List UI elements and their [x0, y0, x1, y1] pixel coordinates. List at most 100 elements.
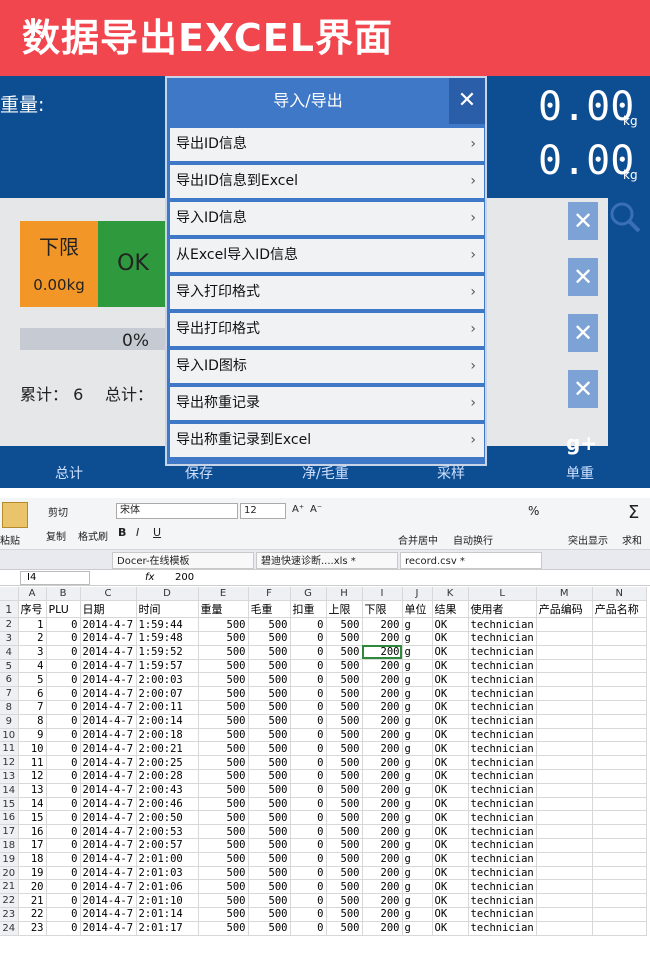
table-cell[interactable]: g — [402, 838, 433, 853]
table-cell[interactable]: 0 — [290, 659, 327, 674]
table-cell[interactable]: OK — [432, 893, 469, 909]
table-cell[interactable]: OK — [432, 755, 469, 771]
table-cell[interactable]: 500 — [198, 810, 249, 826]
table-cell[interactable]: 2014-4-7 — [80, 645, 137, 660]
table-cell[interactable] — [592, 728, 647, 743]
table-cell[interactable]: 0 — [46, 797, 81, 812]
table-cell[interactable]: OK — [432, 741, 469, 757]
table-cell[interactable]: OK — [432, 728, 469, 743]
cut-button[interactable]: 剪切 — [48, 504, 68, 519]
menu-item[interactable]: 导入打印格式 › — [170, 276, 484, 309]
table-cell[interactable]: g — [402, 797, 433, 812]
table-cell[interactable]: 500 — [198, 686, 249, 702]
table-cell[interactable]: technician — [468, 617, 537, 633]
table-cell[interactable]: OK — [432, 907, 469, 922]
table-cell[interactable]: 1:59:52 — [136, 645, 199, 660]
table-cell[interactable]: 2014-4-7 — [80, 838, 137, 853]
table-cell[interactable] — [592, 838, 647, 853]
table-cell[interactable]: 500 — [198, 741, 249, 757]
table-cell[interactable] — [592, 659, 647, 674]
table-cell[interactable]: 22 — [18, 907, 47, 922]
table-cell[interactable] — [592, 755, 647, 771]
table-cell[interactable]: 7 — [18, 700, 47, 715]
table-cell[interactable]: 0 — [46, 879, 81, 895]
table-cell[interactable]: 2:00:53 — [136, 824, 199, 840]
table-cell[interactable]: g — [402, 810, 433, 826]
table-cell[interactable] — [536, 797, 593, 812]
name-box[interactable]: I4 — [20, 571, 90, 585]
table-cell[interactable]: 0 — [46, 783, 81, 798]
table-cell[interactable]: technician — [468, 700, 537, 715]
table-cell[interactable]: 500 — [326, 866, 363, 881]
table-cell[interactable]: 500 — [198, 866, 249, 881]
table-cell[interactable]: 200 — [362, 645, 403, 660]
table-cell[interactable]: 200 — [362, 700, 403, 715]
table-cell[interactable]: 17 — [18, 838, 47, 853]
table-cell[interactable] — [536, 686, 593, 702]
table-cell[interactable]: 500 — [198, 617, 249, 633]
table-cell[interactable] — [592, 783, 647, 798]
table-cell[interactable]: technician — [468, 769, 537, 784]
table-cell[interactable]: 500 — [248, 893, 291, 909]
tab-record-csv[interactable]: record.csv * — [400, 552, 542, 569]
table-cell[interactable] — [592, 893, 647, 909]
table-cell[interactable]: OK — [432, 866, 469, 881]
table-cell[interactable]: 2:00:46 — [136, 797, 199, 812]
table-cell[interactable]: technician — [468, 631, 537, 646]
table-cell[interactable]: g — [402, 824, 433, 840]
table-cell[interactable]: 500 — [326, 700, 363, 715]
menu-item[interactable]: 导入ID图标 › — [170, 350, 484, 383]
table-cell[interactable]: 15 — [18, 810, 47, 826]
table-cell[interactable]: 500 — [326, 755, 363, 771]
table-cell[interactable] — [536, 866, 593, 881]
format-painter-button[interactable]: 格式刷 — [78, 528, 108, 543]
table-cell[interactable]: OK — [432, 824, 469, 840]
header-cell[interactable]: PLU — [46, 600, 81, 619]
table-cell[interactable]: technician — [468, 645, 537, 660]
table-cell[interactable]: 500 — [326, 769, 363, 784]
table-cell[interactable]: 0 — [290, 866, 327, 881]
table-cell[interactable]: 200 — [362, 797, 403, 812]
table-cell[interactable]: 5 — [18, 672, 47, 688]
table-cell[interactable] — [536, 879, 593, 895]
header-cell[interactable]: 产品编码 — [536, 600, 593, 619]
table-cell[interactable]: 500 — [326, 728, 363, 743]
table-cell[interactable] — [536, 838, 593, 853]
table-cell[interactable]: 10 — [18, 741, 47, 757]
table-cell[interactable]: 0 — [290, 617, 327, 633]
table-cell[interactable]: g — [402, 714, 433, 729]
table-cell[interactable]: 200 — [362, 838, 403, 853]
table-cell[interactable]: g — [402, 783, 433, 798]
table-cell[interactable] — [592, 617, 647, 633]
table-cell[interactable]: g — [402, 907, 433, 922]
table-cell[interactable]: 0 — [46, 824, 81, 840]
table-cell[interactable] — [536, 645, 593, 660]
table-cell[interactable]: 200 — [362, 810, 403, 826]
table-cell[interactable]: 0 — [290, 783, 327, 798]
table-cell[interactable]: 0 — [46, 838, 81, 853]
table-cell[interactable]: 500 — [248, 783, 291, 798]
table-cell[interactable]: 14 — [18, 797, 47, 812]
table-cell[interactable] — [592, 741, 647, 757]
table-cell[interactable]: 0 — [46, 810, 81, 826]
net-gross-button[interactable]: 净/毛重 — [302, 463, 349, 483]
table-cell[interactable]: 0 — [290, 852, 327, 867]
table-cell[interactable]: 0 — [46, 631, 81, 646]
table-cell[interactable] — [536, 769, 593, 784]
table-cell[interactable]: 2:00:43 — [136, 783, 199, 798]
table-cell[interactable]: 500 — [326, 879, 363, 895]
table-cell[interactable]: 2014-4-7 — [80, 852, 137, 867]
paste-button[interactable]: 粘贴 — [0, 532, 20, 547]
table-cell[interactable]: 200 — [362, 852, 403, 867]
table-cell[interactable]: 0 — [290, 672, 327, 688]
table-cell[interactable]: g — [402, 659, 433, 674]
table-cell[interactable]: 0 — [290, 631, 327, 646]
table-cell[interactable]: 200 — [362, 907, 403, 922]
table-cell[interactable] — [592, 879, 647, 895]
formula-input[interactable]: 200 — [175, 572, 194, 583]
table-cell[interactable]: 2:01:14 — [136, 907, 199, 922]
table-cell[interactable]: 0 — [290, 797, 327, 812]
table-cell[interactable]: 0 — [46, 672, 81, 688]
table-cell[interactable]: 2014-4-7 — [80, 879, 137, 895]
table-cell[interactable]: 8 — [18, 714, 47, 729]
